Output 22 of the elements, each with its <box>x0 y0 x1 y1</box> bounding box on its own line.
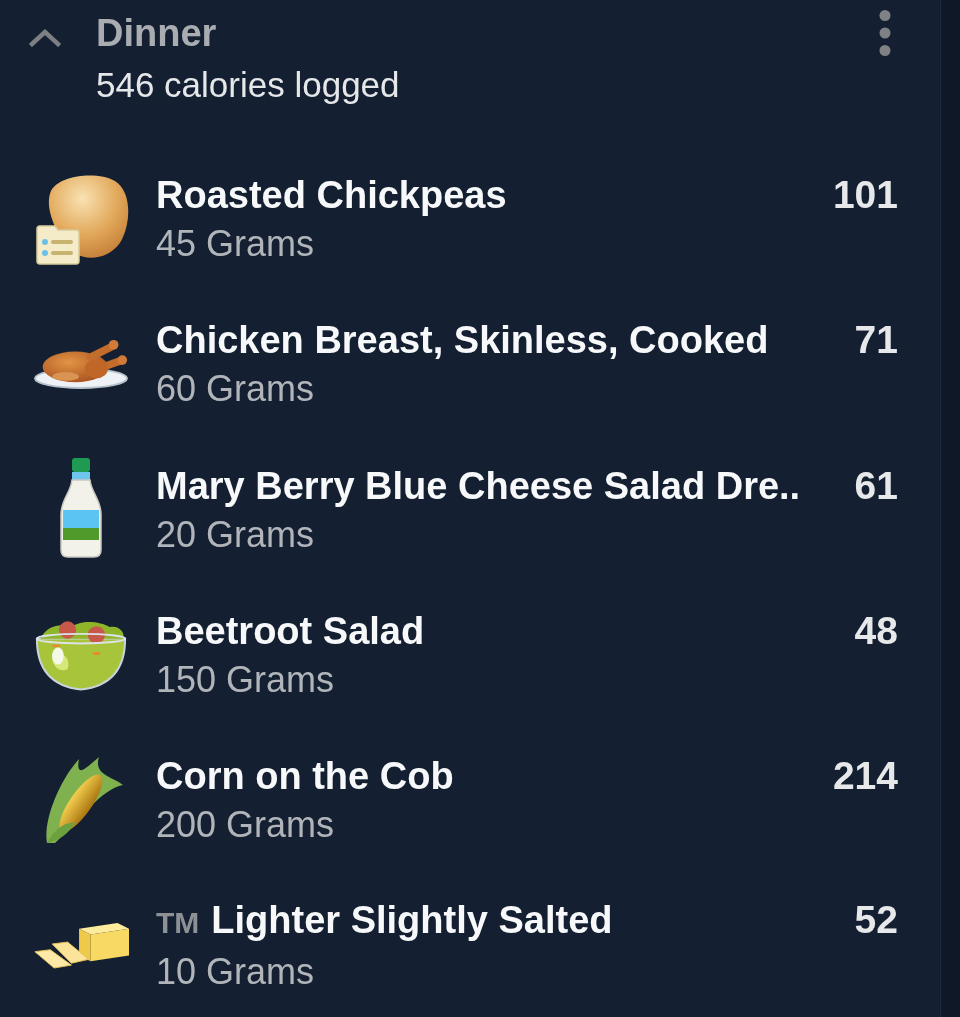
food-amount: 150 Grams <box>156 659 336 701</box>
food-name: Mary Berry Blue Cheese Salad Dre.. <box>156 463 801 509</box>
calorie-count: 61 <box>854 462 898 509</box>
calorie-count: 214 <box>832 753 898 800</box>
food-amount: 200 Grams <box>156 804 336 847</box>
trademark-label: TM <box>156 905 200 942</box>
food-name: Beetroot Salad <box>156 609 425 654</box>
food-name: Corn on the Cob <box>156 754 454 800</box>
calorie-count: 52 <box>854 897 898 944</box>
food-amount: 45 Grams <box>156 222 316 265</box>
food-name: Lighter Slightly Salted <box>211 898 613 944</box>
section-title: Dinner <box>96 11 218 56</box>
food-name: Roasted Chickpeas <box>156 172 507 218</box>
calories-summary: 546 calories logged <box>96 64 401 106</box>
food-amount: 20 Grams <box>156 513 316 556</box>
food-amount: 60 Grams <box>156 368 316 411</box>
calorie-count: 48 <box>854 608 898 654</box>
food-amount: 10 Grams <box>156 951 316 994</box>
calorie-count: 101 <box>832 171 898 218</box>
calorie-count: 71 <box>854 317 898 364</box>
chevron-up-icon[interactable] <box>29 29 61 47</box>
food-name: Chicken Breast, Skinless, Cooked <box>156 318 769 364</box>
